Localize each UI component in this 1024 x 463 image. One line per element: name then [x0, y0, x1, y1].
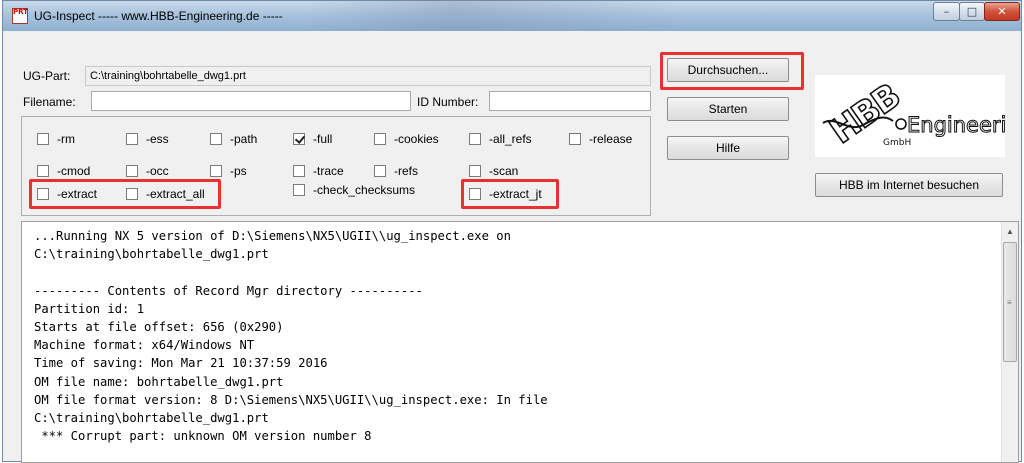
option-label: -ps [230, 164, 247, 178]
output-line: --------- Contents of Record Mgr directo… [34, 283, 423, 298]
checkbox[interactable] [210, 133, 222, 145]
option-occ[interactable]: -occ [126, 164, 169, 178]
option-label: -all_refs [489, 132, 532, 146]
hbb-logo: HBB Engineering GmbH [815, 75, 1024, 157]
app-icon[interactable]: PRT [12, 8, 28, 24]
option-check-checksums[interactable]: -check_checksums [293, 183, 415, 197]
option-cmod[interactable]: -cmod [37, 164, 90, 178]
output-text: ...Running NX 5 version of D:\Siemens\NX… [22, 222, 1018, 445]
checkbox[interactable] [37, 165, 49, 177]
filename-label: Filename: [23, 95, 76, 109]
close-button[interactable]: ✕ [984, 2, 1020, 21]
ugpart-label: UG-Part: [23, 69, 71, 83]
idnumber-input[interactable] [489, 91, 651, 111]
output-line: *** Corrupt part: unknown OM version num… [34, 429, 372, 444]
option-release[interactable]: -release [569, 132, 632, 146]
option-full[interactable]: -full [293, 132, 332, 146]
highlight-browse-button [660, 52, 804, 90]
option-ps[interactable]: -ps [210, 164, 247, 178]
option-rm[interactable]: -rm [37, 132, 75, 146]
option-all-refs[interactable]: -all_refs [469, 132, 532, 146]
output-log[interactable]: ...Running NX 5 version of D:\Siemens\NX… [21, 221, 1019, 463]
option-label: -full [313, 132, 333, 146]
checkbox[interactable] [126, 165, 138, 177]
output-line: ...Running NX 5 version of D:\Siemens\NX… [34, 229, 511, 243]
option-label: -scan [489, 164, 519, 178]
output-line: Partition id: 1 [34, 301, 145, 316]
option-label: -occ [146, 164, 169, 178]
option-label: -trace [313, 164, 344, 178]
option-cookies[interactable]: -cookies [374, 132, 439, 146]
option-path[interactable]: -path [210, 132, 257, 146]
option-label: -ess [146, 132, 169, 146]
idnumber-label: ID Number: [417, 95, 479, 109]
checkbox[interactable] [293, 184, 305, 196]
vertical-scrollbar[interactable]: ▲ ≡ [1001, 222, 1018, 462]
start-button[interactable]: Starten [667, 97, 789, 121]
output-line: C:\training\bohrtabelle_dwg1.prt [34, 411, 269, 426]
output-line: OM file format version: 8 D:\Siemens\NX5… [34, 392, 548, 407]
output-line: OM file name: bohrtabelle_dwg1.prt [34, 374, 284, 389]
logo-gmbh-text: GmbH [883, 138, 911, 148]
option-label: -path [230, 132, 258, 146]
hbb-logo-graphic: HBB Engineering GmbH [822, 76, 1024, 153]
help-button[interactable]: Hilfe [667, 136, 789, 160]
output-line: Starts at file offset: 656 (0x290) [34, 320, 284, 335]
option-label: -cookies [394, 132, 439, 146]
app-window: PRT UG-Inspect ----- www.HBB-Engineering… [2, 0, 1024, 463]
option-ess[interactable]: -ess [126, 132, 169, 146]
option-trace[interactable]: -trace [293, 164, 344, 178]
option-label: -refs [394, 164, 418, 178]
scrollbar-thumb[interactable]: ≡ [1003, 242, 1017, 362]
checkbox[interactable] [374, 133, 386, 145]
checkbox[interactable] [293, 165, 305, 177]
title-bar[interactable]: PRT UG-Inspect ----- www.HBB-Engineering… [3, 1, 1021, 31]
highlight-extract-options [29, 179, 221, 209]
logo-engineering-text: Engineering [907, 113, 1005, 137]
option-label: -rm [57, 132, 75, 146]
output-line: C:\training\bohrtabelle_dwg1.prt [34, 247, 269, 262]
option-label: -release [589, 132, 633, 146]
output-line: Time of saving: Mon Mar 21 10:37:59 2016 [34, 356, 328, 371]
option-refs[interactable]: -refs [374, 164, 418, 178]
website-button[interactable]: HBB im Internet besuchen [815, 173, 1003, 197]
option-scan[interactable]: -scan [469, 164, 518, 178]
maximize-button[interactable]: □ [959, 2, 985, 21]
option-label: -check_checksums [313, 183, 416, 197]
checkbox[interactable] [569, 133, 581, 145]
checkbox[interactable] [126, 133, 138, 145]
checkbox[interactable] [210, 165, 222, 177]
output-line: Machine format: x64/Windows NT [34, 338, 255, 353]
checkbox-checked[interactable] [293, 133, 305, 145]
checkbox[interactable] [37, 133, 49, 145]
title-bar-glass [303, 1, 683, 31]
grip-icon: ≡ [1007, 298, 1012, 307]
checkbox[interactable] [469, 165, 481, 177]
highlight-extract-jt [461, 179, 559, 209]
checkbox[interactable] [469, 133, 481, 145]
filename-input[interactable] [91, 91, 411, 111]
minimize-button[interactable]: – [933, 2, 960, 21]
scroll-up-arrow-icon[interactable]: ▲ [1006, 227, 1014, 236]
ugpart-path-display: C:\training\bohrtabelle_dwg1.prt [85, 66, 651, 86]
window-title: UG-Inspect ----- www.HBB-Engineering.de … [34, 9, 283, 23]
option-label: -cmod [57, 164, 91, 178]
checkbox[interactable] [374, 165, 386, 177]
